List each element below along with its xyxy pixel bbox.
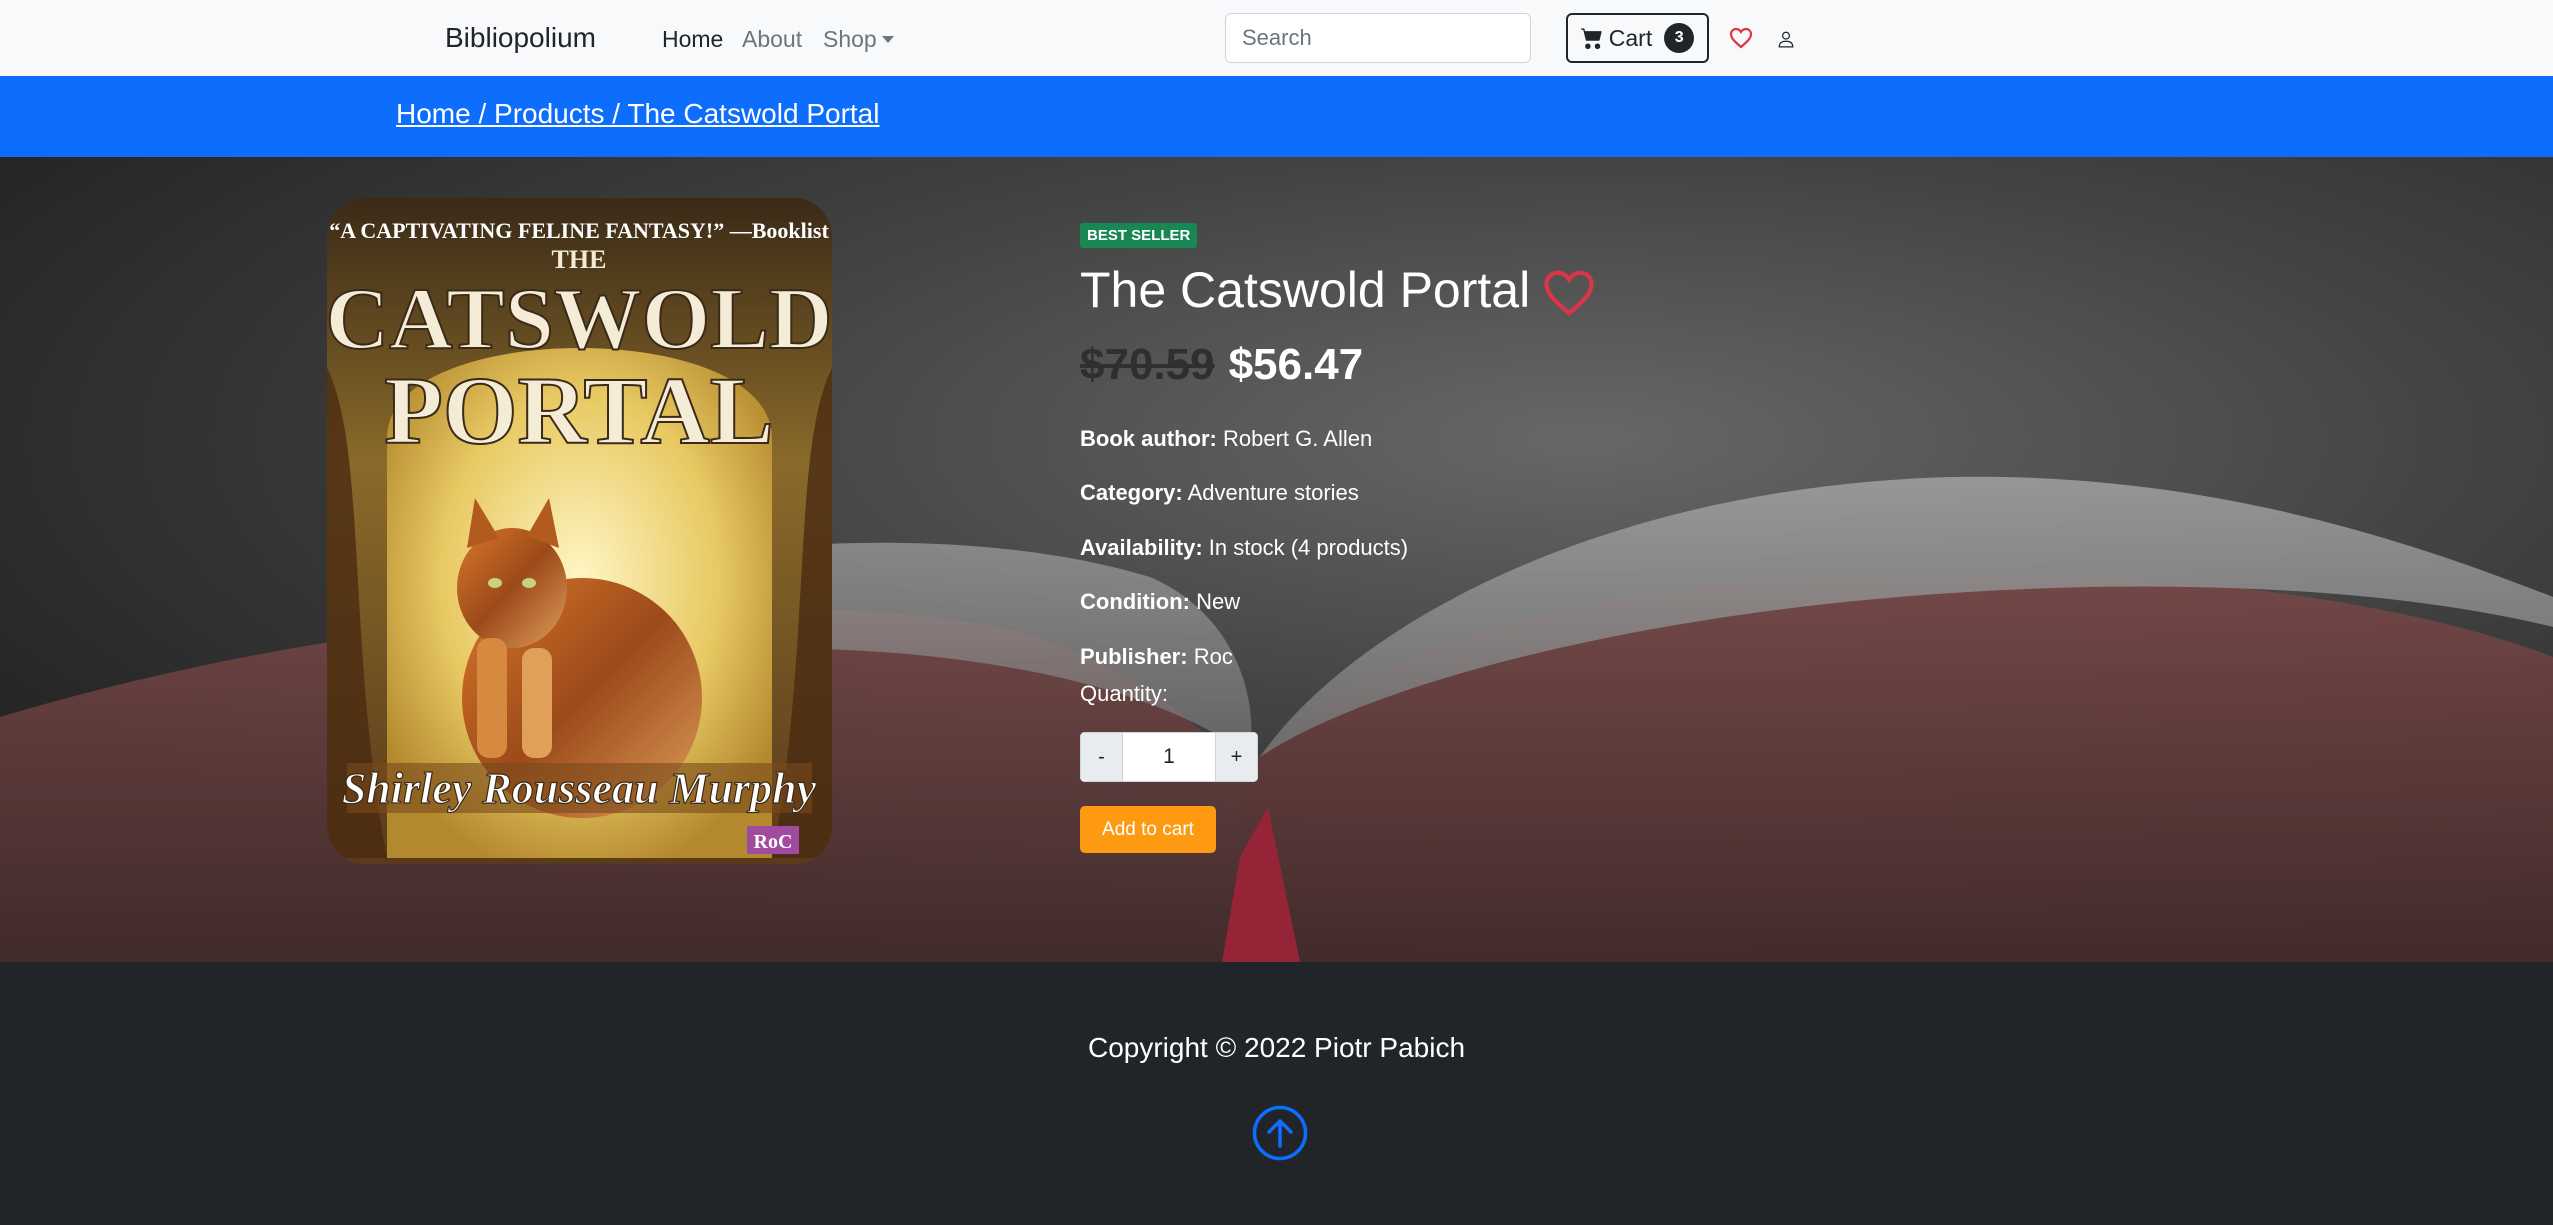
nav-shop-label: Shop: [823, 26, 877, 52]
quantity-decrement-button[interactable]: -: [1080, 732, 1123, 782]
heart-icon[interactable]: [1729, 27, 1753, 49]
quantity-increment-button[interactable]: +: [1215, 732, 1258, 782]
quantity-stepper: - 1 +: [1080, 732, 1258, 782]
detail-value: New: [1196, 589, 1241, 614]
nav-about[interactable]: About: [742, 26, 802, 53]
quantity-label: Quantity:: [1080, 681, 1169, 706]
cover-imprint-logo: RoC: [754, 831, 793, 853]
user-icon[interactable]: [1777, 30, 1795, 48]
best-seller-badge: BEST SELLER: [1080, 223, 1198, 248]
detail-value: Robert G. Allen: [1223, 426, 1373, 451]
cart-button[interactable]: Cart 3: [1566, 13, 1709, 63]
caret-down-icon: [881, 36, 894, 43]
cart-label: Cart: [1608, 24, 1653, 51]
detail-availability: Availability: In stock (4 products): [1080, 535, 1408, 561]
detail-label: Publisher:: [1080, 644, 1188, 669]
wishlist-heart-icon[interactable]: [1542, 268, 1596, 318]
nav-home[interactable]: Home: [662, 26, 723, 53]
detail-label: Condition:: [1080, 589, 1190, 614]
price-row: $70.59 $56.47: [1080, 340, 1363, 390]
navbar: Bibliopolium Home About Shop Cart 3: [0, 0, 2553, 76]
footer: Copyright © 2022 Piotr Pabich: [0, 962, 2553, 1225]
old-price: $70.59: [1080, 340, 1215, 389]
detail-publisher: Publisher: Roc: [1080, 644, 1233, 670]
cart-count-badge: 3: [1664, 23, 1695, 53]
brand-logo[interactable]: Bibliopolium: [445, 22, 596, 54]
detail-value: In stock (4 products): [1208, 535, 1409, 560]
product-title-row: The Catswold Portal: [1080, 261, 1596, 319]
product-title: The Catswold Portal: [1080, 262, 1531, 318]
breadcrumb-bar: Home / Products / The Catswold Portal: [0, 76, 2553, 157]
quantity-input[interactable]: 1: [1123, 732, 1215, 782]
cover-blurb: “A CAPTIVATING FELINE FANTASY!” —Booklis…: [329, 218, 829, 243]
nav-shop-dropdown[interactable]: Shop: [823, 26, 894, 53]
detail-author: Book author: Robert G. Allen: [1080, 426, 1372, 452]
detail-label: Book author:: [1080, 426, 1217, 451]
detail-label: Category:: [1080, 480, 1183, 505]
cart-icon: [1580, 28, 1602, 49]
new-price: $56.47: [1228, 340, 1364, 389]
arrow-up-circle-icon[interactable]: [1252, 1105, 1308, 1161]
detail-category: Category: Adventure stories: [1080, 480, 1359, 506]
add-to-cart-button[interactable]: Add to cart: [1080, 806, 1216, 853]
book-cover-image: “A CAPTIVATING FELINE FANTASY!” —Booklis…: [327, 198, 832, 864]
cover-title-line2: PORTAL: [384, 357, 774, 464]
detail-label: Availability:: [1080, 535, 1203, 560]
product-hero: “A CAPTIVATING FELINE FANTASY!” —Booklis…: [0, 157, 2553, 962]
detail-value: Roc: [1193, 644, 1233, 669]
search-input[interactable]: [1225, 13, 1531, 63]
breadcrumb[interactable]: Home / Products / The Catswold Portal: [396, 98, 879, 130]
detail-condition: Condition: New: [1080, 589, 1240, 615]
cover-title-the: THE: [552, 245, 607, 274]
cover-title-line1: CATSWOLD: [327, 271, 832, 368]
cover-author: Shirley Rousseau Murphy: [342, 764, 817, 813]
copyright-text: Copyright © 2022 Piotr Pabich: [1087, 1032, 1466, 1063]
detail-value: Adventure stories: [1187, 480, 1359, 505]
